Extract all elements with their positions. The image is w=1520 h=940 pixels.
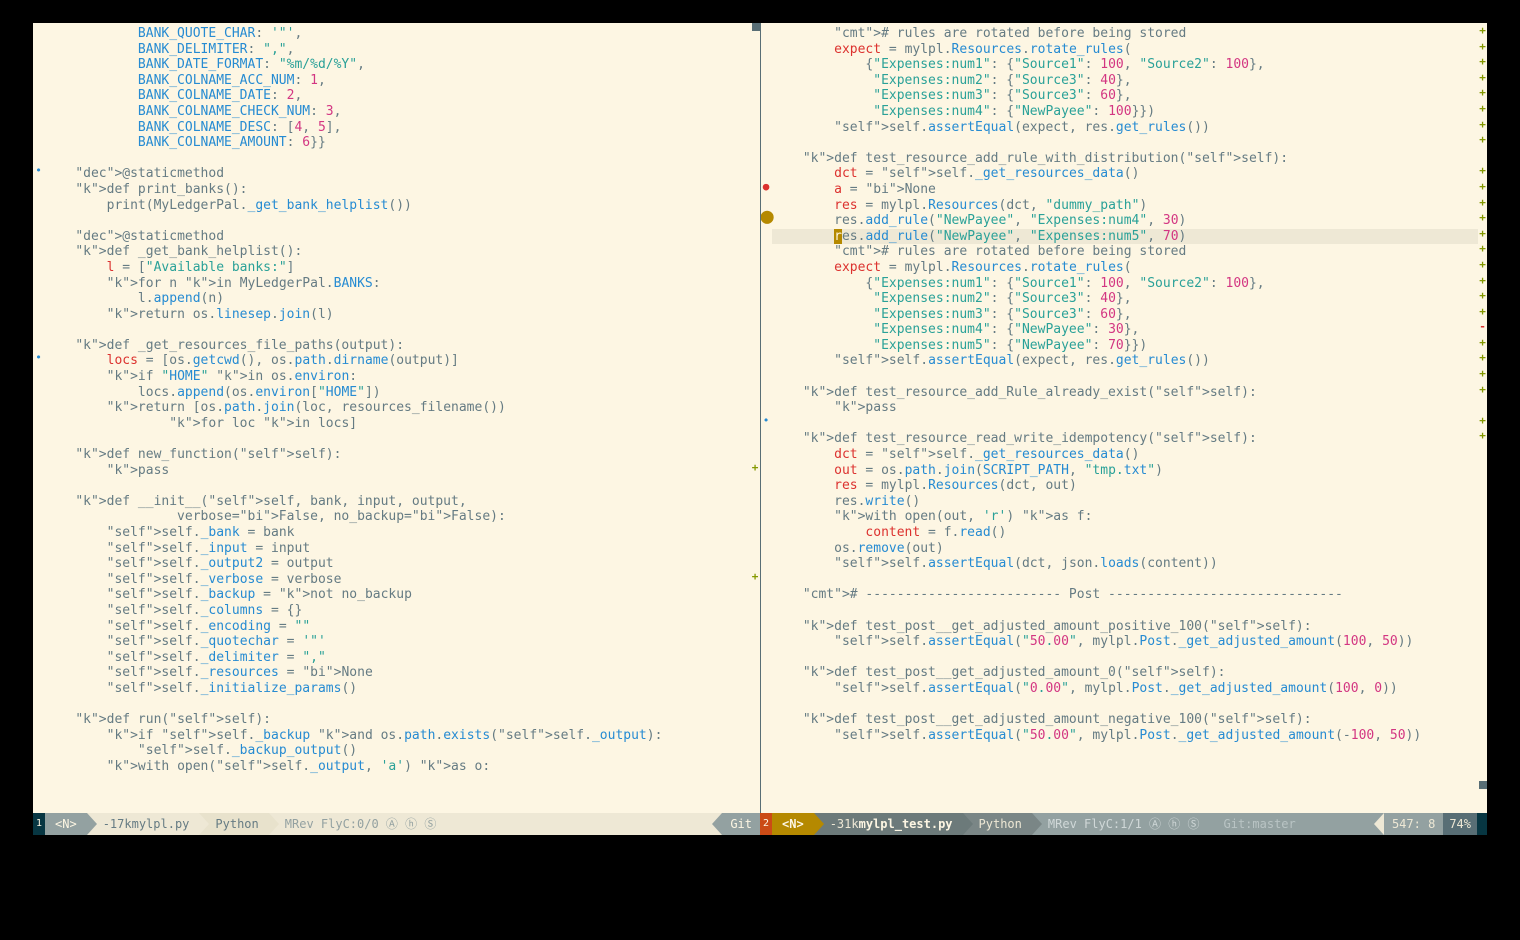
left-code[interactable]: BANK_QUOTE_CHAR: '"', BANK_DELIMITER: ",… xyxy=(44,23,760,813)
left-fringe: •• xyxy=(33,23,44,813)
win-number: 2 xyxy=(760,813,772,835)
win-number: 1 xyxy=(33,813,45,835)
right-rfringe: ++++++++++++++++++-++++++ xyxy=(1478,23,1487,813)
modelines: 1 <N> - 17k mylpl.py Python MRev FlyC:0/… xyxy=(33,813,1487,835)
scrollbar-left[interactable] xyxy=(752,23,760,31)
modeline-left[interactable]: 1 <N> - 17k mylpl.py Python MRev FlyC:0/… xyxy=(33,813,760,835)
minor-modes: MRev FlyC:1/1 Ⓐ ⓗ Ⓢ xyxy=(1032,813,1210,835)
scrollbar-right[interactable] xyxy=(1479,781,1487,789)
buffer-info: - 17k mylpl.py xyxy=(87,813,200,835)
file-size: 17k xyxy=(110,817,132,831)
right-fringe: ●●• xyxy=(761,23,772,813)
split-panes: •• BANK_QUOTE_CHAR: '"', BANK_DELIMITER:… xyxy=(33,23,1487,813)
git-indicator: Git:master xyxy=(1210,817,1296,831)
left-rfringe: ++ xyxy=(751,23,760,813)
right-code[interactable]: "cmt"># rules are rotated before being s… xyxy=(772,23,1488,813)
file-name: mylpl_test.py xyxy=(859,817,953,831)
buffer-info: - 31k mylpl_test.py xyxy=(814,813,963,835)
file-name: mylpl.py xyxy=(132,817,190,831)
major-mode: Python xyxy=(963,813,1032,835)
scroll-percent: 74% xyxy=(1443,813,1477,835)
evil-state: <N> xyxy=(45,813,87,835)
modeline-right[interactable]: 2 <N> - 31k mylpl_test.py Python MRev Fl… xyxy=(760,813,1487,835)
cursor-position: 547: 8 xyxy=(1384,813,1443,835)
major-mode: Python xyxy=(199,813,268,835)
file-size: 31k xyxy=(837,817,859,831)
scroll-minimap xyxy=(1477,813,1487,835)
minor-modes: MRev FlyC:0/0 Ⓐ ⓗ Ⓢ xyxy=(269,813,447,835)
editor-frame: •• BANK_QUOTE_CHAR: '"', BANK_DELIMITER:… xyxy=(33,23,1487,835)
right-pane[interactable]: ●●• "cmt"># rules are rotated before bei… xyxy=(761,23,1488,813)
evil-state: <N> xyxy=(772,813,814,835)
git-indicator: Git xyxy=(722,813,760,835)
left-pane[interactable]: •• BANK_QUOTE_CHAR: '"', BANK_DELIMITER:… xyxy=(33,23,761,813)
